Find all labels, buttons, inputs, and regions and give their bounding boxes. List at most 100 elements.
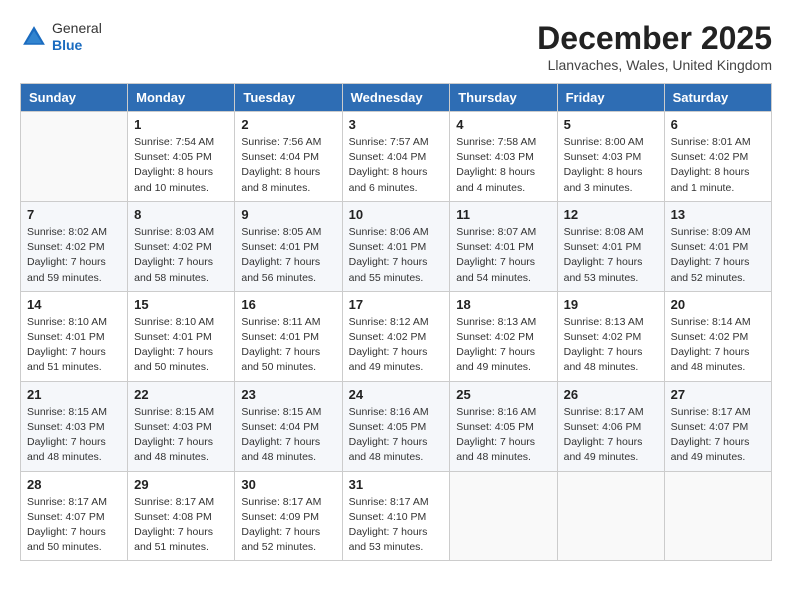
calendar-week-2: 14 Sunrise: 8:10 AM Sunset: 4:01 PM Dayli… <box>21 291 772 381</box>
day-number: 19 <box>564 297 658 312</box>
day-info: Sunrise: 7:57 AM Sunset: 4:04 PM Dayligh… <box>349 135 444 196</box>
day-number: 13 <box>671 207 765 222</box>
calendar-cell <box>664 471 771 561</box>
day-info: Sunrise: 7:58 AM Sunset: 4:03 PM Dayligh… <box>456 135 550 196</box>
logo: General Blue <box>20 20 102 54</box>
day-info: Sunrise: 8:15 AM Sunset: 4:04 PM Dayligh… <box>241 405 335 466</box>
day-number: 17 <box>349 297 444 312</box>
day-info: Sunrise: 8:11 AM Sunset: 4:01 PM Dayligh… <box>241 315 335 376</box>
col-tuesday: Tuesday <box>235 84 342 112</box>
day-info: Sunrise: 8:07 AM Sunset: 4:01 PM Dayligh… <box>456 225 550 286</box>
title-block: December 2025 Llanvaches, Wales, United … <box>537 20 772 73</box>
day-info: Sunrise: 8:03 AM Sunset: 4:02 PM Dayligh… <box>134 225 228 286</box>
calendar-cell: 11 Sunrise: 8:07 AM Sunset: 4:01 PM Dayli… <box>450 201 557 291</box>
calendar-cell: 5 Sunrise: 8:00 AM Sunset: 4:03 PM Daylig… <box>557 112 664 202</box>
calendar-cell: 9 Sunrise: 8:05 AM Sunset: 4:01 PM Daylig… <box>235 201 342 291</box>
calendar-cell: 8 Sunrise: 8:03 AM Sunset: 4:02 PM Daylig… <box>128 201 235 291</box>
calendar-cell: 4Sunrise: 7:58 AM Sunset: 4:03 PM Daylig… <box>450 112 557 202</box>
col-sunday: Sunday <box>21 84 128 112</box>
day-number: 14 <box>27 297 121 312</box>
day-info: Sunrise: 7:54 AM Sunset: 4:05 PM Dayligh… <box>134 135 228 196</box>
day-number: 16 <box>241 297 335 312</box>
day-number: 27 <box>671 387 765 402</box>
calendar-cell: 19 Sunrise: 8:13 AM Sunset: 4:02 PM Dayli… <box>557 291 664 381</box>
calendar-table: Sunday Monday Tuesday Wednesday Thursday… <box>20 83 772 561</box>
day-number: 25 <box>456 387 550 402</box>
day-number: 21 <box>27 387 121 402</box>
day-number: 30 <box>241 477 335 492</box>
day-info: Sunrise: 8:10 AM Sunset: 4:01 PM Dayligh… <box>27 315 121 376</box>
calendar-cell: 3 Sunrise: 7:57 AM Sunset: 4:04 PM Daylig… <box>342 112 450 202</box>
col-wednesday: Wednesday <box>342 84 450 112</box>
calendar-cell: 25Sunrise: 8:16 AM Sunset: 4:05 PM Dayli… <box>450 381 557 471</box>
calendar-cell: 6 Sunrise: 8:01 AM Sunset: 4:02 PM Daylig… <box>664 112 771 202</box>
calendar-cell: 18Sunrise: 8:13 AM Sunset: 4:02 PM Dayli… <box>450 291 557 381</box>
calendar-cell <box>557 471 664 561</box>
day-info: Sunrise: 8:06 AM Sunset: 4:01 PM Dayligh… <box>349 225 444 286</box>
col-thursday: Thursday <box>450 84 557 112</box>
day-number: 23 <box>241 387 335 402</box>
day-number: 22 <box>134 387 228 402</box>
day-info: Sunrise: 8:02 AM Sunset: 4:02 PM Dayligh… <box>27 225 121 286</box>
day-info: Sunrise: 8:17 AM Sunset: 4:07 PM Dayligh… <box>671 405 765 466</box>
calendar-cell: 15Sunrise: 8:10 AM Sunset: 4:01 PM Dayli… <box>128 291 235 381</box>
day-number: 12 <box>564 207 658 222</box>
col-friday: Friday <box>557 84 664 112</box>
day-number: 1 <box>134 117 228 132</box>
day-info: Sunrise: 8:17 AM Sunset: 4:08 PM Dayligh… <box>134 495 228 556</box>
calendar-week-4: 28Sunrise: 8:17 AM Sunset: 4:07 PM Dayli… <box>21 471 772 561</box>
calendar-cell: 21 Sunrise: 8:15 AM Sunset: 4:03 PM Dayli… <box>21 381 128 471</box>
day-info: Sunrise: 8:17 AM Sunset: 4:06 PM Dayligh… <box>564 405 658 466</box>
day-info: Sunrise: 8:05 AM Sunset: 4:01 PM Dayligh… <box>241 225 335 286</box>
day-number: 29 <box>134 477 228 492</box>
day-number: 15 <box>134 297 228 312</box>
day-info: Sunrise: 8:00 AM Sunset: 4:03 PM Dayligh… <box>564 135 658 196</box>
logo-blue: Blue <box>52 37 102 54</box>
day-number: 11 <box>456 207 550 222</box>
calendar-header-row: Sunday Monday Tuesday Wednesday Thursday… <box>21 84 772 112</box>
calendar-cell: 2Sunrise: 7:56 AM Sunset: 4:04 PM Daylig… <box>235 112 342 202</box>
day-number: 9 <box>241 207 335 222</box>
calendar-cell: 16 Sunrise: 8:11 AM Sunset: 4:01 PM Dayli… <box>235 291 342 381</box>
calendar-cell: 12 Sunrise: 8:08 AM Sunset: 4:01 PM Dayli… <box>557 201 664 291</box>
calendar-cell: 17Sunrise: 8:12 AM Sunset: 4:02 PM Dayli… <box>342 291 450 381</box>
logo-general: General <box>52 20 102 37</box>
day-number: 18 <box>456 297 550 312</box>
day-number: 5 <box>564 117 658 132</box>
calendar-cell: 24Sunrise: 8:16 AM Sunset: 4:05 PM Dayli… <box>342 381 450 471</box>
day-number: 28 <box>27 477 121 492</box>
calendar-cell: 31Sunrise: 8:17 AM Sunset: 4:10 PM Dayli… <box>342 471 450 561</box>
calendar-cell: 30 Sunrise: 8:17 AM Sunset: 4:09 PM Dayli… <box>235 471 342 561</box>
day-info: Sunrise: 8:14 AM Sunset: 4:02 PM Dayligh… <box>671 315 765 376</box>
day-info: Sunrise: 8:15 AM Sunset: 4:03 PM Dayligh… <box>134 405 228 466</box>
day-number: 20 <box>671 297 765 312</box>
calendar-cell: 7 Sunrise: 8:02 AM Sunset: 4:02 PM Daylig… <box>21 201 128 291</box>
day-number: 31 <box>349 477 444 492</box>
calendar-cell: 22 Sunrise: 8:15 AM Sunset: 4:03 PM Dayli… <box>128 381 235 471</box>
day-info: Sunrise: 8:08 AM Sunset: 4:01 PM Dayligh… <box>564 225 658 286</box>
day-info: Sunrise: 8:16 AM Sunset: 4:05 PM Dayligh… <box>349 405 444 466</box>
day-number: 8 <box>134 207 228 222</box>
calendar-cell: 27 Sunrise: 8:17 AM Sunset: 4:07 PM Dayli… <box>664 381 771 471</box>
calendar-cell: 28Sunrise: 8:17 AM Sunset: 4:07 PM Dayli… <box>21 471 128 561</box>
col-monday: Monday <box>128 84 235 112</box>
day-info: Sunrise: 8:15 AM Sunset: 4:03 PM Dayligh… <box>27 405 121 466</box>
day-number: 6 <box>671 117 765 132</box>
month-year: December 2025 <box>537 20 772 57</box>
day-number: 3 <box>349 117 444 132</box>
col-saturday: Saturday <box>664 84 771 112</box>
calendar-cell: 29 Sunrise: 8:17 AM Sunset: 4:08 PM Dayli… <box>128 471 235 561</box>
calendar-week-3: 21 Sunrise: 8:15 AM Sunset: 4:03 PM Dayli… <box>21 381 772 471</box>
day-info: Sunrise: 8:01 AM Sunset: 4:02 PM Dayligh… <box>671 135 765 196</box>
day-info: Sunrise: 8:13 AM Sunset: 4:02 PM Dayligh… <box>564 315 658 376</box>
calendar-week-1: 7 Sunrise: 8:02 AM Sunset: 4:02 PM Daylig… <box>21 201 772 291</box>
calendar-cell: 13Sunrise: 8:09 AM Sunset: 4:01 PM Dayli… <box>664 201 771 291</box>
day-info: Sunrise: 8:17 AM Sunset: 4:09 PM Dayligh… <box>241 495 335 556</box>
calendar-cell: 23 Sunrise: 8:15 AM Sunset: 4:04 PM Dayli… <box>235 381 342 471</box>
day-number: 10 <box>349 207 444 222</box>
day-number: 7 <box>27 207 121 222</box>
page-header: General Blue December 2025 Llanvaches, W… <box>20 20 772 73</box>
day-number: 26 <box>564 387 658 402</box>
logo-text: General Blue <box>52 20 102 54</box>
logo-icon <box>20 23 48 51</box>
